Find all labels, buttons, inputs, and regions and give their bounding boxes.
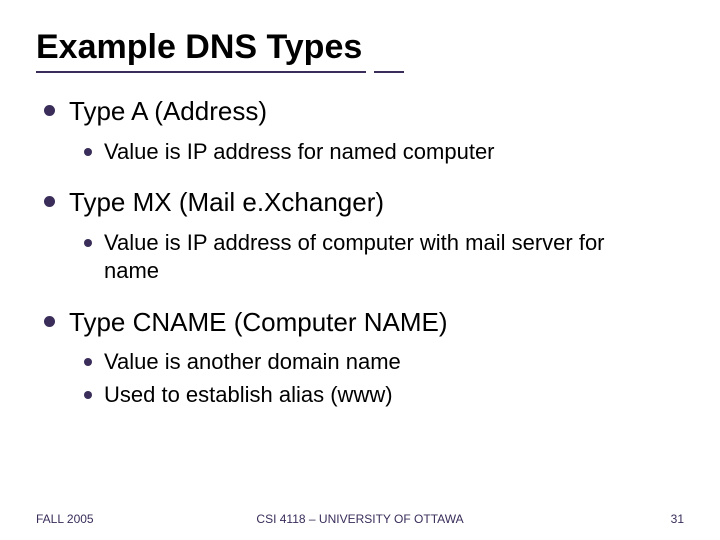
bullet-text: Value is IP address of computer with mai… (104, 229, 664, 286)
bullet-text: Type CNAME (Computer NAME) (69, 306, 448, 339)
bullet-dot-icon (44, 196, 55, 207)
footer-center: CSI 4118 – UNIVERSITY OF OTTAWA (256, 512, 463, 526)
sublist: Value is IP address for named computer (84, 138, 684, 167)
bullet-text: Value is IP address for named computer (104, 138, 495, 167)
slide: Example DNS Types Type A (Address) Value… (0, 0, 720, 409)
bullet-level2: Value is another domain name (84, 348, 684, 377)
rule-long (36, 71, 366, 73)
bullet-level1: Type MX (Mail e.Xchanger) (44, 186, 684, 219)
bullet-dot-icon (84, 239, 92, 247)
footer-left: FALL 2005 (36, 512, 94, 526)
bullet-text: Type MX (Mail e.Xchanger) (69, 186, 384, 219)
slide-title: Example DNS Types (36, 28, 684, 67)
bullet-dot-icon (84, 148, 92, 156)
footer-right: 31 (671, 512, 684, 526)
title-rule (36, 71, 684, 73)
bullet-dot-icon (84, 358, 92, 366)
bullet-text: Value is another domain name (104, 348, 401, 377)
bullet-level2: Used to establish alias (www) (84, 381, 684, 410)
sublist: Value is IP address of computer with mai… (84, 229, 684, 286)
bullet-level2: Value is IP address of computer with mai… (84, 229, 684, 286)
bullet-dot-icon (84, 391, 92, 399)
bullet-level2: Value is IP address for named computer (84, 138, 684, 167)
bullet-level1: Type CNAME (Computer NAME) (44, 306, 684, 339)
sublist: Value is another domain name Used to est… (84, 348, 684, 409)
bullet-dot-icon (44, 105, 55, 116)
content: Type A (Address) Value is IP address for… (36, 95, 684, 409)
bullet-dot-icon (44, 316, 55, 327)
bullet-text: Used to establish alias (www) (104, 381, 393, 410)
bullet-text: Type A (Address) (69, 95, 267, 128)
rule-short (374, 71, 404, 73)
bullet-level1: Type A (Address) (44, 95, 684, 128)
footer: FALL 2005 CSI 4118 – UNIVERSITY OF OTTAW… (0, 512, 720, 526)
